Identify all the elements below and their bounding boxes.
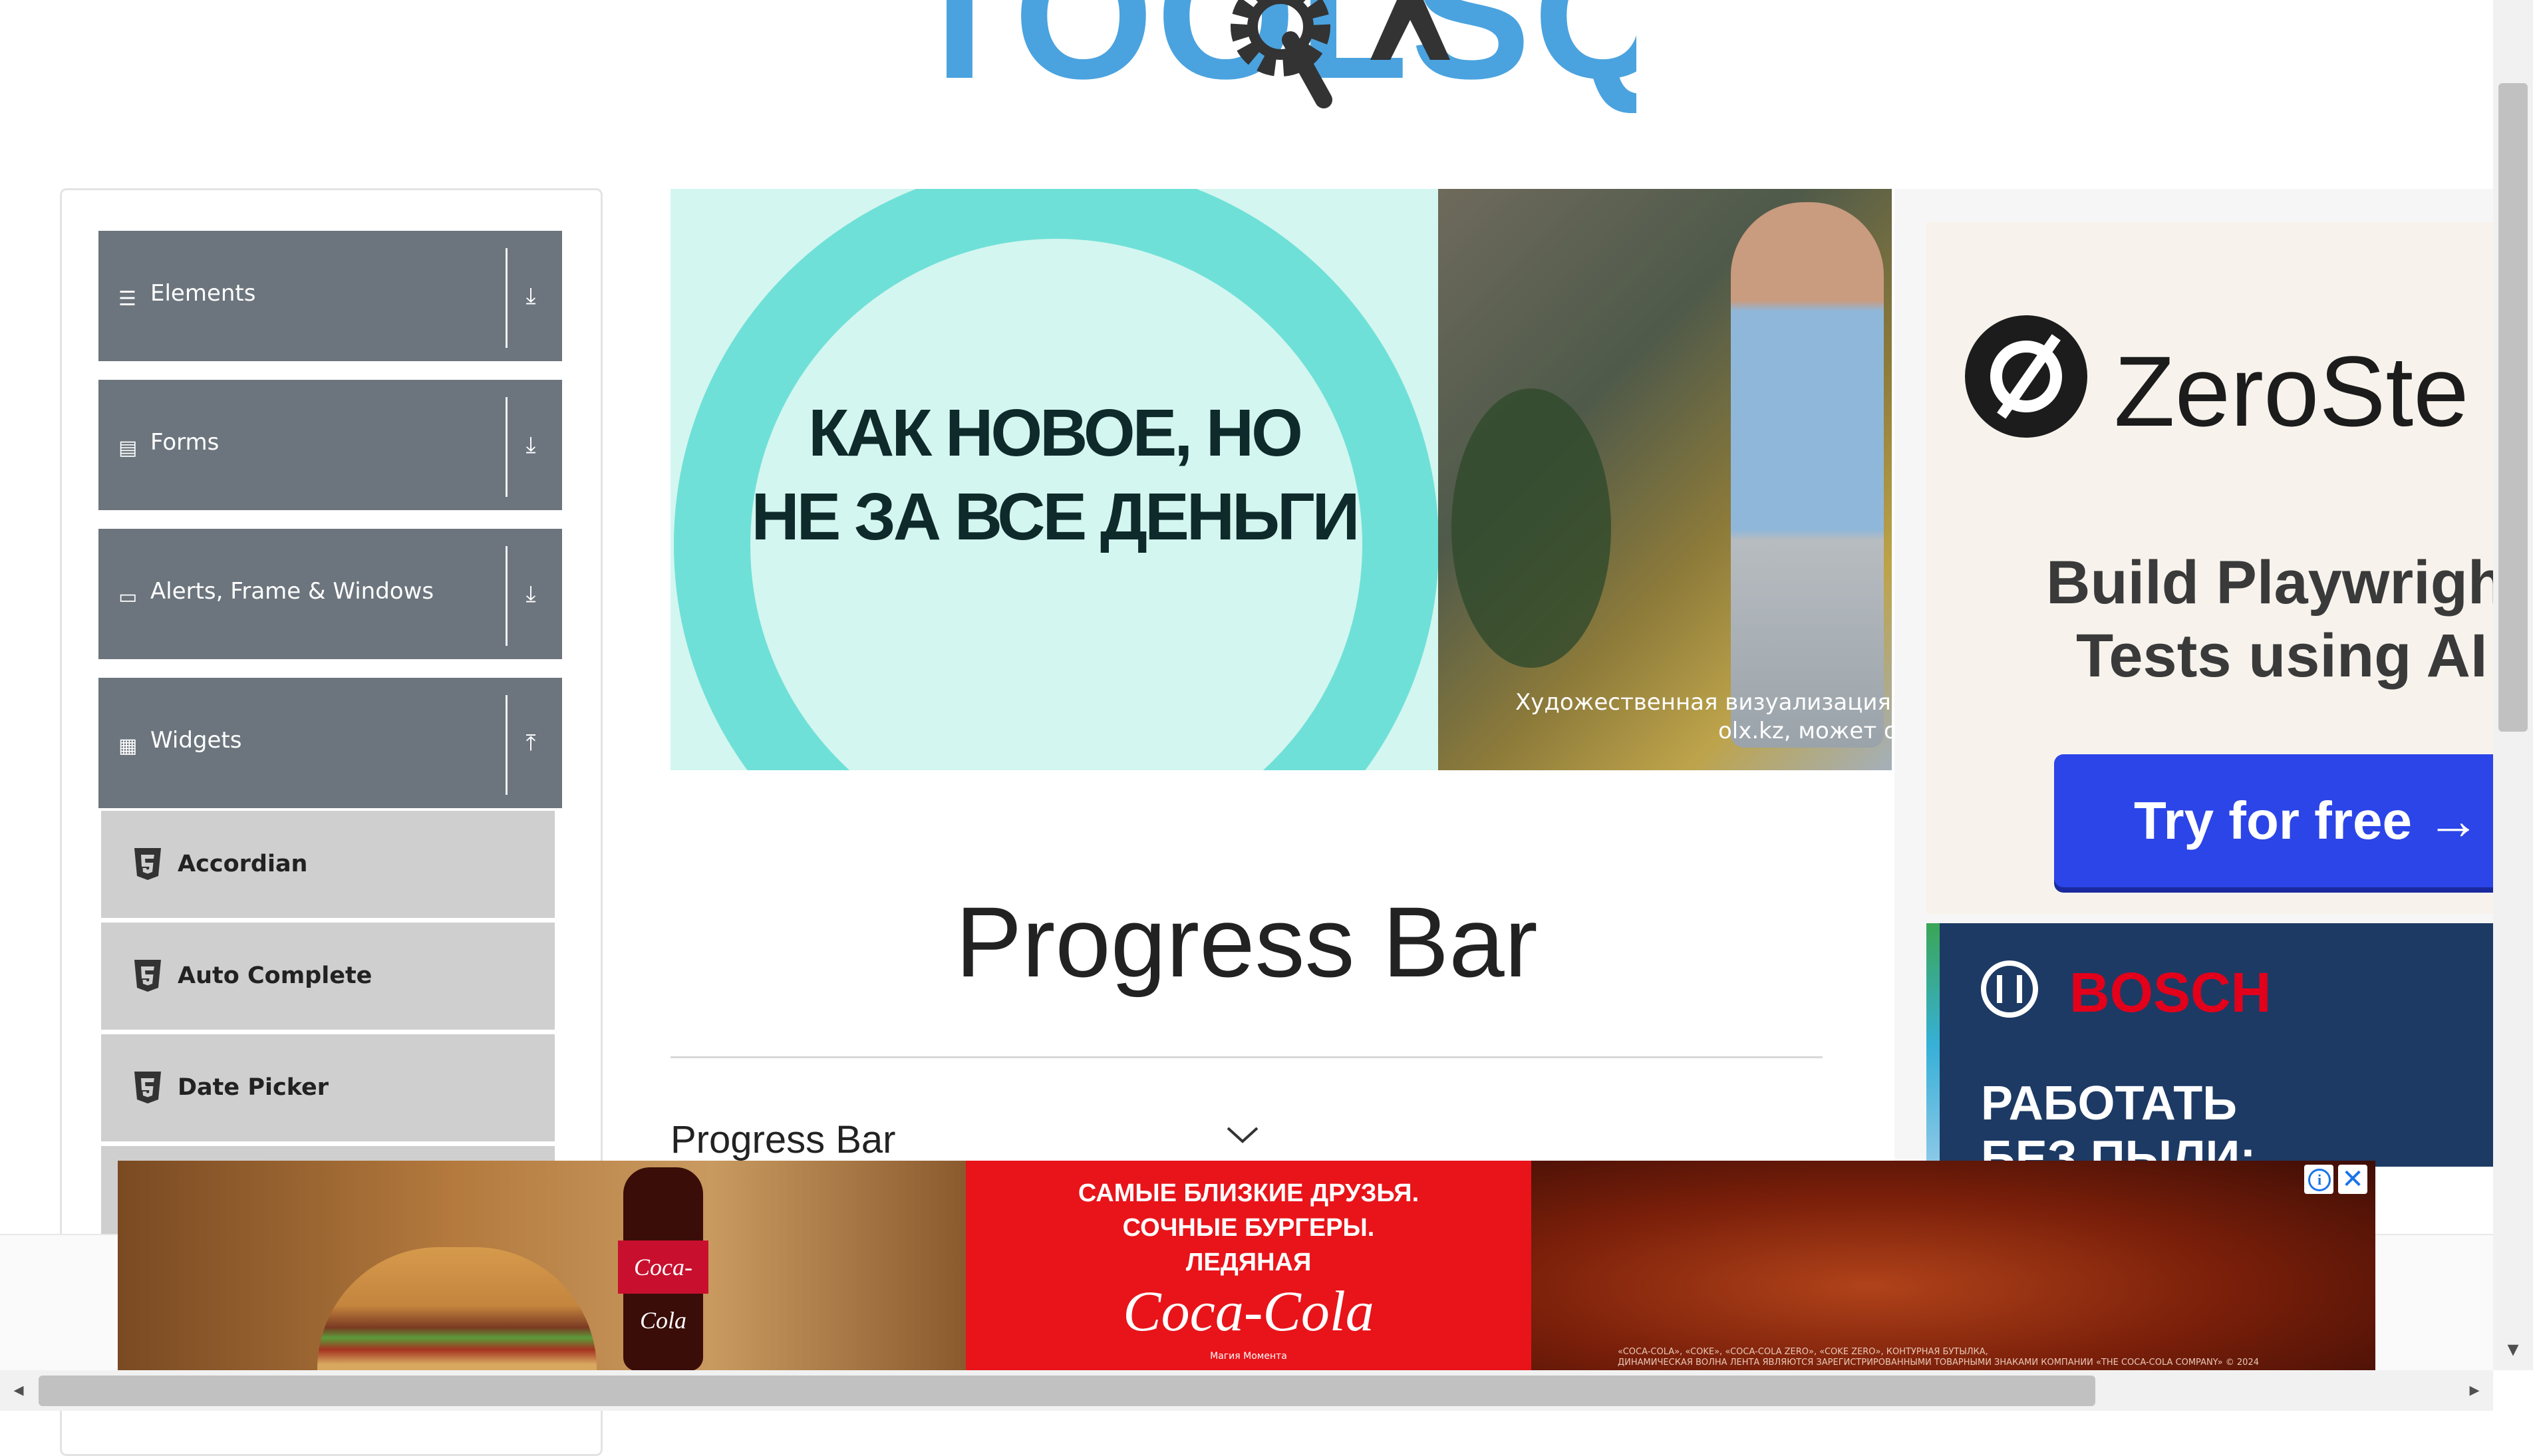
scrollbar-thumb[interactable]: [2498, 83, 2528, 732]
ad-small-text: Магия Момента: [1210, 1351, 1287, 1362]
sidebar-item-label: Accordian: [178, 851, 308, 877]
horizontal-scrollbar[interactable]: ◂ ▸: [0, 1370, 2493, 1411]
banner-ad-text-panel: КАК НОВОЕ, НО НЕ ЗА ВСЕ ДЕНЬГИ: [670, 189, 1438, 770]
divider: [506, 248, 508, 348]
html5-icon: [134, 1072, 161, 1103]
grid-icon: ▦: [118, 734, 138, 758]
chevron-down-icon[interactable]: [1223, 1117, 1263, 1151]
letter-a-icon: [1370, 0, 1450, 60]
bosch-logo-icon: [1981, 960, 2038, 1018]
color-stripe: [1926, 923, 1940, 1167]
scroll-right-arrow-icon[interactable]: ▸: [2461, 1377, 2488, 1403]
scrollbar-thumb[interactable]: [39, 1376, 2095, 1406]
sidebar-group-label: Widgets: [150, 727, 242, 754]
sidebar-group-elements[interactable]: ☰ Elements ⤓: [98, 231, 562, 361]
ad-brand: ZeroSte: [2114, 335, 2469, 447]
ad-text-panel: САМЫЕ БЛИЗКИЕ ДРУЗЬЯ. СОЧНЫЕ БУРГЕРЫ. ЛЕ…: [966, 1161, 1531, 1371]
html5-icon: [134, 848, 161, 880]
banner-caption: Художественная визуализация о: [1515, 689, 1892, 716]
plant-image: [1451, 388, 1611, 668]
sidebar-item-date-picker[interactable]: Date Picker: [101, 1034, 555, 1141]
sidebar-group-alerts-frame-windows[interactable]: ▭ Alerts, Frame & Windows ⤓: [98, 529, 562, 659]
page-title: Progress Bar: [955, 886, 1538, 998]
divider: [506, 695, 508, 795]
ad-info-icon[interactable]: i: [2304, 1165, 2333, 1194]
ad-text: СОЧНЫЕ БУРГЕРЫ.: [1122, 1214, 1375, 1242]
list-icon: ☰: [118, 287, 136, 311]
bottom-ad[interactable]: Coca-Cola САМЫЕ БЛИЗКИЕ ДРУЗЬЯ. СОЧНЫЕ Б…: [118, 1161, 2375, 1371]
expand-down-icon[interactable]: ⤓: [518, 432, 544, 458]
banner-caption: olx.kz, может о: [1718, 718, 1892, 744]
close-icon[interactable]: ✕: [2338, 1165, 2367, 1194]
person-image: [1731, 202, 1884, 748]
banner-ad[interactable]: КАК НОВОЕ, НО НЕ ЗА ВСЕ ДЕНЬГИ Художеств…: [670, 189, 1892, 770]
sidebar-item-accordian[interactable]: Accordian: [101, 811, 555, 918]
sidebar-group-label: Forms: [150, 429, 220, 456]
sidebar-group-forms[interactable]: ▤ Forms ⤓: [98, 380, 562, 510]
section-label[interactable]: Progress Bar: [670, 1117, 895, 1162]
html5-icon: [134, 960, 161, 992]
vertical-scrollbar[interactable]: ▾: [2493, 0, 2533, 1370]
banner-ad-photo: [1438, 189, 1892, 770]
ad-text: РАБОТАТЬ: [1981, 1077, 2238, 1130]
ad-text: САМЫЕ БЛИЗКИЕ ДРУЗЬЯ.: [1078, 1179, 1419, 1207]
document-icon: ▤: [118, 436, 138, 460]
ad-text: ЛЕДЯНАЯ: [1185, 1248, 1312, 1276]
sidebar-group-label: Alerts, Frame & Windows: [150, 578, 434, 605]
scroll-down-arrow-icon[interactable]: ▾: [2500, 1336, 2526, 1362]
expand-down-icon[interactable]: ⤓: [518, 283, 544, 309]
logo-h: [1997, 975, 2022, 1003]
collapse-up-icon[interactable]: ⤒: [518, 730, 544, 756]
sidebar-item-label: Auto Complete: [178, 962, 372, 989]
zerostep-logo-icon: [1965, 315, 2087, 438]
scroll-left-arrow-icon[interactable]: ◂: [5, 1377, 32, 1403]
sidebar-group-label: Elements: [150, 280, 256, 307]
fine-print: «COCA-COLA», «COKE», «COCA-COLA ZERO», «…: [1618, 1347, 1988, 1357]
site-logo[interactable]: TOOLSQA: [878, 0, 1636, 113]
ad-tagline: Tests using AI: [2076, 622, 2488, 690]
info-glyph: i: [2308, 1169, 2331, 1191]
burger-image: Coca-Cola: [118, 1161, 966, 1371]
burger-shape: [317, 1247, 597, 1371]
try-for-free-button[interactable]: Try for free →: [2054, 754, 2493, 887]
banner-headline: НЕ ЗА ВСЕ ДЕНЬГИ: [751, 480, 1360, 554]
ad-brand: BOSCH: [2069, 961, 2272, 1024]
divider: [506, 397, 508, 497]
drink-texture-image: «COCA-COLA», «COKE», «COCA-COLA ZERO», «…: [1531, 1161, 2375, 1371]
bottle-label: Coca-Cola: [618, 1240, 708, 1334]
fine-print: ДИНАМИЧЕСКАЯ ВОЛНА ЛЕНТА ЯВЛЯЮТСЯ ЗАРЕГИ…: [1618, 1358, 2259, 1368]
ad-tagline: Build Playwright: [2046, 549, 2493, 617]
zerostep-ad[interactable]: ZeroSte Build Playwright Tests using AI …: [1926, 222, 2493, 914]
coca-cola-logo: Coca-Cola: [1123, 1279, 1374, 1343]
sidebar-item-auto-complete[interactable]: Auto Complete: [101, 923, 555, 1030]
right-ad[interactable]: ZeroSte Build Playwright Tests using AI …: [1894, 189, 2493, 1167]
bosch-ad[interactable]: BOSCH РАБОТАТЬ БЕЗ ПЫЛИ:: [1926, 923, 2493, 1167]
divider: [670, 1056, 1823, 1058]
gear-icon: [1231, 0, 1332, 108]
expand-down-icon[interactable]: ⤓: [518, 581, 544, 607]
sidebar-group-widgets[interactable]: ▦ Widgets ⤒: [98, 678, 562, 808]
banner-headline: КАК НОВОЕ, НО: [808, 396, 1303, 470]
divider: [506, 546, 508, 646]
window-icon: ▭: [118, 585, 138, 609]
sidebar-item-label: Date Picker: [178, 1074, 329, 1101]
